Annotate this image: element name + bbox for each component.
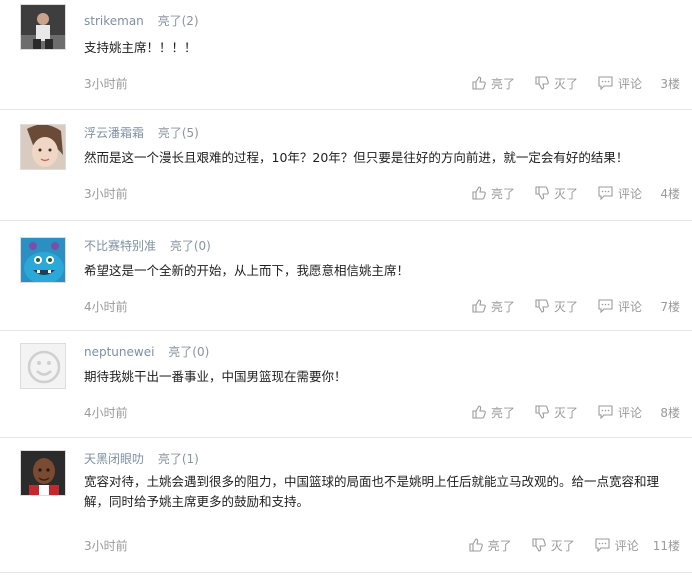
reply-button[interactable]: 评论 bbox=[598, 404, 642, 421]
reply-button[interactable]: 评论 bbox=[598, 75, 642, 92]
like-label: 亮了 bbox=[490, 186, 515, 201]
avatar[interactable] bbox=[20, 237, 66, 283]
like-count: 亮了(0) bbox=[168, 345, 210, 359]
thumbs-down-icon bbox=[535, 76, 549, 90]
reply-label: 评论 bbox=[617, 186, 642, 201]
thumbs-down-icon bbox=[535, 405, 549, 419]
reply-button[interactable]: 评论 bbox=[598, 185, 642, 202]
comment-footer: 3小时前 亮了 灭了 评论 11楼 bbox=[84, 534, 680, 556]
comment-icon bbox=[598, 405, 613, 419]
like-button[interactable]: 亮了 bbox=[472, 75, 515, 92]
dislike-label: 灭了 bbox=[553, 299, 578, 314]
like-count: 亮了(5) bbox=[157, 126, 199, 140]
thumbs-up-icon bbox=[472, 299, 486, 313]
like-count: 亮了(1) bbox=[157, 452, 199, 466]
floor-number: 4楼 bbox=[660, 186, 680, 201]
floor-number: 11楼 bbox=[652, 538, 680, 553]
thumbs-down-icon bbox=[535, 186, 549, 200]
dislike-button[interactable]: 灭了 bbox=[535, 404, 578, 421]
comment-actions: 亮了 灭了 评论 3楼 bbox=[452, 75, 680, 92]
timestamp: 4小时前 bbox=[84, 405, 128, 420]
thumbs-up-icon bbox=[469, 538, 483, 552]
floor-number: 8楼 bbox=[660, 405, 680, 420]
dislike-button[interactable]: 灭了 bbox=[535, 298, 578, 315]
comment-text: 然而是这一个漫长且艰难的过程，10年？20年？但只要是往好的方向前进，就一定会有… bbox=[84, 150, 629, 165]
dislike-label: 灭了 bbox=[553, 405, 578, 420]
comment-footer: 3小时前 亮了 灭了 评论 4楼 bbox=[84, 182, 680, 204]
username[interactable]: 天黑闭眼叻 bbox=[84, 452, 144, 466]
like-button[interactable]: 亮了 bbox=[472, 185, 515, 202]
timestamp: 3小时前 bbox=[84, 538, 128, 553]
thumbs-up-icon bbox=[472, 186, 486, 200]
username[interactable]: strikeman bbox=[84, 14, 144, 28]
timestamp: 3小时前 bbox=[84, 186, 128, 201]
comment-item: 浮云潘霜霜 亮了(5) 然而是这一个漫长且艰难的过程，10年？20年？但只要是往… bbox=[0, 110, 692, 221]
comment-actions: 亮了 灭了 评论 11楼 bbox=[449, 537, 680, 554]
avatar[interactable] bbox=[20, 343, 66, 389]
reply-label: 评论 bbox=[617, 299, 642, 314]
username[interactable]: 不比赛特别准 bbox=[84, 239, 156, 253]
comment-item: strikeman 亮了(2) 支持姚主席！！！！ 3小时前 亮了 灭了 评论 … bbox=[0, 0, 692, 110]
like-label: 亮了 bbox=[490, 405, 515, 420]
floor-number: 7楼 bbox=[660, 299, 680, 314]
timestamp: 4小时前 bbox=[84, 299, 128, 314]
thumbs-up-icon bbox=[472, 405, 486, 419]
avatar[interactable] bbox=[20, 4, 66, 50]
username[interactable]: 浮云潘霜霜 bbox=[84, 126, 144, 140]
floor-number: 3楼 bbox=[660, 76, 680, 91]
reply-button[interactable]: 评论 bbox=[595, 537, 639, 554]
like-button[interactable]: 亮了 bbox=[469, 537, 512, 554]
comment-footer: 3小时前 亮了 灭了 评论 3楼 bbox=[84, 72, 680, 94]
comment-icon bbox=[595, 538, 610, 552]
comment-icon bbox=[598, 76, 613, 90]
like-label: 亮了 bbox=[490, 299, 515, 314]
thumbs-down-icon bbox=[532, 538, 546, 552]
dislike-label: 灭了 bbox=[553, 186, 578, 201]
reply-label: 评论 bbox=[614, 538, 639, 553]
comment-actions: 亮了 灭了 评论 7楼 bbox=[452, 298, 680, 315]
timestamp: 3小时前 bbox=[84, 76, 128, 91]
reply-label: 评论 bbox=[617, 405, 642, 420]
dislike-button[interactable]: 灭了 bbox=[532, 537, 575, 554]
thumbs-down-icon bbox=[535, 299, 549, 313]
like-label: 亮了 bbox=[490, 76, 515, 91]
comment-item: 天黑闭眼叻 亮了(1) 宽容对待，土姚会遇到很多的阻力，中国篮球的局面也不是姚明… bbox=[0, 438, 692, 573]
comment-icon bbox=[598, 186, 613, 200]
comment-icon bbox=[598, 299, 613, 313]
avatar[interactable] bbox=[20, 450, 66, 496]
comment-text: 宽容对待，土姚会遇到很多的阻力，中国篮球的局面也不是姚明上任后就能立马改观的。给… bbox=[84, 474, 660, 509]
comment-text: 期待我姚干出一番事业，中国男篮现在需要你！ bbox=[84, 369, 347, 384]
comment-actions: 亮了 灭了 评论 8楼 bbox=[452, 404, 680, 421]
thumbs-up-icon bbox=[472, 76, 486, 90]
dislike-label: 灭了 bbox=[553, 76, 578, 91]
comment-footer: 4小时前 亮了 灭了 评论 8楼 bbox=[84, 401, 680, 423]
like-label: 亮了 bbox=[487, 538, 512, 553]
dislike-button[interactable]: 灭了 bbox=[535, 185, 578, 202]
like-button[interactable]: 亮了 bbox=[472, 404, 515, 421]
reply-button[interactable]: 评论 bbox=[598, 298, 642, 315]
comment-item: 不比赛特别准 亮了(0) 希望这是一个全新的开始，从上而下，我愿意相信姚主席！ … bbox=[0, 221, 692, 331]
like-count: 亮了(2) bbox=[157, 14, 199, 28]
like-button[interactable]: 亮了 bbox=[472, 298, 515, 315]
like-count: 亮了(0) bbox=[169, 239, 211, 253]
comment-text: 希望这是一个全新的开始，从上而下，我愿意相信姚主席！ bbox=[84, 263, 410, 278]
comment-text: 支持姚主席！！！！ bbox=[84, 40, 197, 55]
reply-label: 评论 bbox=[617, 76, 642, 91]
username[interactable]: neptunewei bbox=[84, 345, 154, 359]
comment-item: neptunewei 亮了(0) 期待我姚干出一番事业，中国男篮现在需要你！ 4… bbox=[0, 331, 692, 438]
comment-actions: 亮了 灭了 评论 4楼 bbox=[452, 185, 680, 202]
comment-footer: 4小时前 亮了 灭了 评论 7楼 bbox=[84, 295, 680, 317]
avatar[interactable] bbox=[20, 124, 66, 170]
dislike-button[interactable]: 灭了 bbox=[535, 75, 578, 92]
comment-list: strikeman 亮了(2) 支持姚主席！！！！ 3小时前 亮了 灭了 评论 … bbox=[0, 0, 692, 573]
dislike-label: 灭了 bbox=[550, 538, 575, 553]
